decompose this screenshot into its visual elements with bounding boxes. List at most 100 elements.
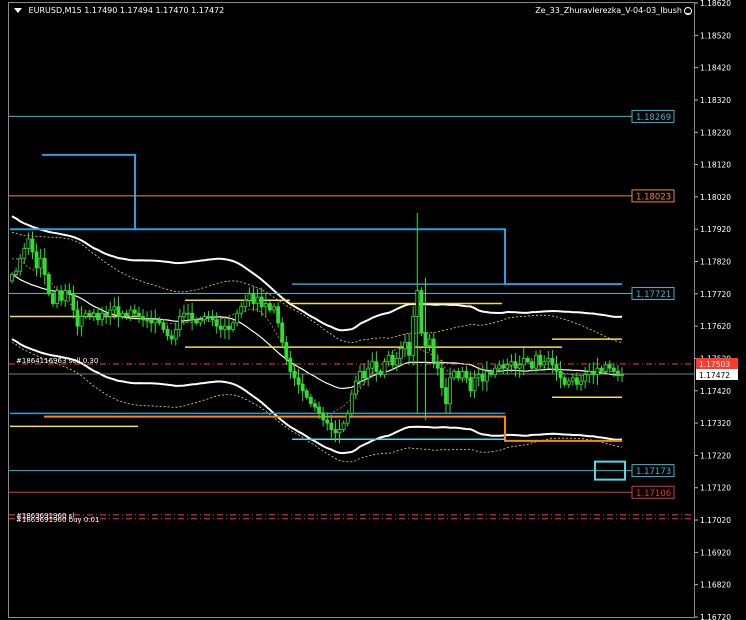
candle-body — [374, 361, 379, 372]
candle-body — [333, 429, 338, 434]
chevron-down-icon[interactable] — [14, 8, 22, 13]
candle-body — [304, 390, 309, 398]
y-tick-label: 1.17120 — [700, 484, 731, 493]
candle-body — [227, 325, 231, 330]
candle-body — [116, 306, 121, 317]
candle-body — [46, 274, 51, 295]
middle-band — [11, 273, 623, 390]
upper-dashed-band — [11, 232, 623, 344]
candle-body — [59, 290, 64, 301]
current-price-label: 1.17472 — [699, 371, 730, 380]
y-tick-label: 1.18320 — [700, 96, 731, 105]
candle-body — [325, 419, 330, 424]
candle-body — [321, 413, 326, 421]
candle-body — [190, 312, 195, 321]
candle-body — [38, 257, 43, 269]
candle-body — [141, 316, 145, 321]
candle-body — [173, 328, 178, 340]
candle-body — [34, 251, 39, 269]
candle-body — [218, 325, 223, 330]
candle-body — [382, 361, 387, 376]
candle-body — [476, 374, 481, 379]
candle-body — [182, 312, 186, 317]
candle-body — [484, 370, 489, 382]
candle-body — [120, 312, 125, 317]
candle-body — [513, 361, 518, 369]
candle-body — [231, 322, 235, 330]
lower-band — [11, 338, 623, 455]
level-1.17106-label: 1.17106 — [636, 489, 671, 499]
price-chart[interactable]: 1.18269 1.18023 1.17721 1.17173 1.17106 1.18… — [0, 0, 746, 620]
y-tick-label: 1.17920 — [700, 225, 731, 234]
candle-body — [10, 274, 14, 282]
candle-body — [149, 319, 154, 324]
candle-body — [329, 422, 334, 430]
candle-body — [145, 319, 150, 322]
level-1.17721-label: 1.17721 — [636, 290, 671, 300]
candle-body — [235, 312, 240, 324]
candle-body — [198, 319, 203, 324]
candle-body — [407, 341, 412, 356]
candle-body — [427, 338, 432, 346]
candle-body — [112, 306, 117, 311]
candle-body — [132, 309, 137, 314]
blue-step-line-left — [10, 153, 136, 231]
ask-price-label: 1.17503 — [699, 360, 730, 369]
level-1.17173-label: 1.17173 — [636, 467, 671, 477]
candle-body — [419, 290, 424, 334]
candle-body — [14, 270, 18, 275]
candle-body — [394, 358, 399, 366]
candle-body — [444, 387, 448, 405]
candle-body — [583, 374, 588, 382]
candle-body — [603, 364, 608, 372]
candle-body — [161, 322, 166, 330]
candle-body — [562, 377, 567, 385]
buy-order-label[interactable]: #1863691960 buy 0.01 — [16, 516, 99, 524]
candle-body — [222, 325, 227, 330]
candle-body — [509, 361, 514, 366]
candle-body — [448, 377, 452, 405]
candle-body — [480, 374, 485, 382]
y-tick-label: 1.17720 — [700, 290, 731, 299]
y-tick-label: 1.16920 — [700, 548, 731, 557]
candle-body — [415, 290, 420, 317]
candle-body — [22, 248, 27, 259]
candle-body — [472, 377, 477, 392]
candle-body — [288, 358, 293, 372]
candle-body — [137, 312, 141, 317]
candle-body — [390, 354, 395, 366]
candle-body — [268, 303, 272, 311]
candle-body — [30, 238, 35, 253]
candle-body — [403, 341, 407, 350]
sell-order-label[interactable]: #1864116963 sell 0.30 — [16, 357, 98, 365]
candle-body — [587, 370, 592, 376]
candle-body — [538, 354, 543, 366]
candle-body — [177, 316, 182, 330]
candle-body — [423, 332, 428, 346]
candle-body — [611, 367, 616, 372]
candle-body — [554, 364, 559, 372]
candle-body — [464, 370, 469, 379]
candle-body — [505, 364, 510, 369]
mt4-chart-window[interactable]: 1.18269 1.18023 1.17721 1.17173 1.17106 1.18… — [0, 0, 746, 620]
smiley-icon[interactable] — [684, 6, 692, 15]
candle-body — [370, 361, 375, 369]
blue-step-line-right — [135, 228, 622, 286]
level-1.18023-label: 1.18023 — [636, 192, 671, 202]
candle-body — [489, 370, 493, 376]
candle-body — [308, 396, 313, 405]
candle-body — [263, 303, 268, 308]
candle-body — [431, 338, 436, 363]
candle-body — [460, 370, 465, 379]
candle-body — [96, 312, 100, 321]
candle-body — [456, 370, 461, 379]
candle-body — [411, 316, 416, 356]
candle-body — [591, 370, 596, 376]
candle-body — [210, 316, 215, 321]
candle-body — [63, 290, 68, 301]
y-tick-label: 1.16720 — [700, 613, 731, 620]
candle-body — [313, 403, 317, 408]
y-tick-label: 1.17220 — [700, 451, 731, 460]
candle-body — [550, 358, 555, 366]
candle-body — [497, 364, 502, 369]
